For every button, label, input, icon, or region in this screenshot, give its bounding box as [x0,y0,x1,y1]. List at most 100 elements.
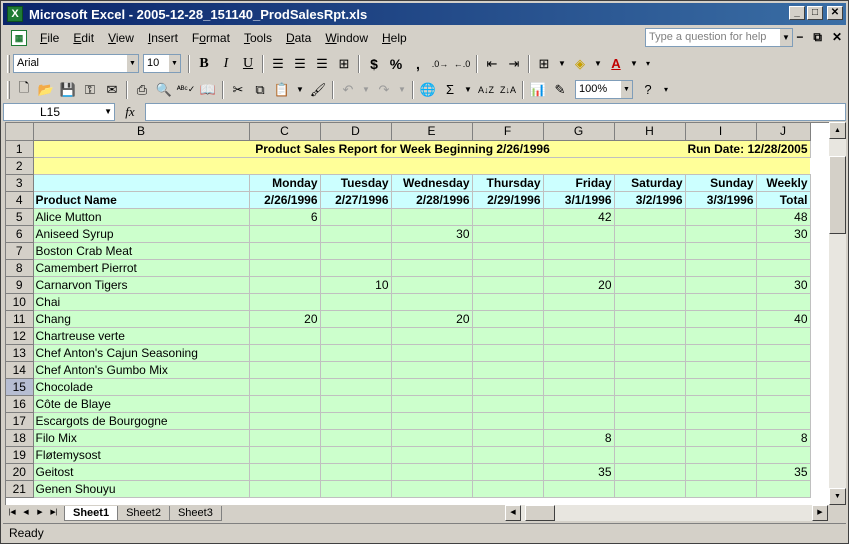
row-header[interactable]: 18 [6,429,34,447]
column-header-H[interactable]: H [614,123,686,141]
currency-button[interactable]: $ [363,53,385,75]
date-header[interactable]: 3/2/1996 [614,191,686,209]
product-name-cell[interactable]: Camembert Pierrot [33,259,250,277]
cut-icon[interactable]: ✂ [227,79,249,101]
decrease-indent-icon[interactable]: ⇤ [481,53,503,75]
last-sheet-icon[interactable]: ▶| [47,506,61,520]
email-icon[interactable]: ✉ [101,79,123,101]
value-cell[interactable] [756,344,811,362]
value-cell[interactable] [614,327,686,345]
research-icon[interactable]: 📖 [197,79,219,101]
value-cell[interactable] [249,293,321,311]
increase-decimal-icon[interactable]: .0→ [429,53,451,75]
underline-button[interactable]: U [237,53,259,75]
value-cell[interactable] [472,344,544,362]
value-cell[interactable] [391,242,473,260]
value-cell[interactable] [614,208,686,226]
value-cell[interactable] [614,225,686,243]
value-cell[interactable] [391,395,473,413]
value-cell[interactable] [685,412,757,430]
hyperlink-icon[interactable]: 🌐 [417,79,439,101]
row-header[interactable]: 13 [6,344,34,362]
sort-descending-icon[interactable]: Z↓A [497,79,519,101]
value-cell[interactable] [249,480,321,498]
sheet-tab[interactable]: Sheet2 [117,505,170,521]
value-cell[interactable] [391,208,473,226]
product-name-cell[interactable]: Chai [33,293,250,311]
value-cell[interactable] [543,446,615,464]
product-name-cell[interactable]: Chef Anton's Gumbo Mix [33,361,250,379]
menu-Edit[interactable]: Edit [66,28,101,48]
scroll-right-icon[interactable]: ▶ [812,505,828,521]
value-cell[interactable] [685,463,757,481]
value-cell[interactable] [543,412,615,430]
date-header[interactable]: 2/27/1996 [320,191,392,209]
insert-function-icon[interactable]: fx [115,104,145,120]
value-cell[interactable] [614,429,686,447]
report-title[interactable]: Product Sales Report for Week Beginning … [249,140,614,158]
product-name-cell[interactable]: Alice Mutton [33,208,250,226]
row-header[interactable]: 10 [6,293,34,311]
row-header[interactable]: 8 [6,259,34,277]
borders-icon[interactable]: ⊞ [533,53,555,75]
value-cell[interactable] [685,446,757,464]
cell[interactable] [33,174,250,192]
value-cell[interactable] [391,446,473,464]
italic-button[interactable]: I [215,53,237,75]
value-cell[interactable] [543,395,615,413]
chart-wizard-icon[interactable]: 📊 [527,79,549,101]
value-cell[interactable] [249,276,321,294]
value-cell[interactable] [614,293,686,311]
value-cell[interactable] [685,276,757,294]
menu-Window[interactable]: Window [318,28,375,48]
value-cell[interactable] [685,208,757,226]
value-cell[interactable] [391,412,473,430]
date-header[interactable]: 2/29/1996 [472,191,544,209]
value-cell[interactable] [685,480,757,498]
column-header-B[interactable]: B [33,123,250,141]
column-header-J[interactable]: J [756,123,811,141]
increase-indent-icon[interactable]: ⇥ [503,53,525,75]
drawing-icon[interactable]: ✎ [549,79,571,101]
open-folder-icon[interactable]: 📂 [35,79,57,101]
value-cell[interactable]: 48 [756,208,811,226]
row-header[interactable]: 2 [6,157,34,175]
chevron-down-icon[interactable]: ▼ [780,29,792,46]
cell[interactable] [33,140,249,158]
value-cell[interactable] [391,429,473,447]
value-cell[interactable] [614,446,686,464]
value-cell[interactable] [391,463,473,481]
name-box[interactable]: L15 ▼ [3,103,115,121]
undo-icon[interactable]: ↶ [337,79,359,101]
value-cell[interactable] [756,259,811,277]
workbook-icon[interactable]: ▦ [11,30,27,46]
menu-Tools[interactable]: Tools [237,28,279,48]
value-cell[interactable] [685,259,757,277]
value-cell[interactable] [320,327,392,345]
help-search-input[interactable]: Type a question for help ▼ [645,28,793,47]
date-header[interactable]: 3/1/1996 [543,191,615,209]
value-cell[interactable] [614,310,686,328]
chevron-down-icon[interactable]: ▼ [293,79,307,101]
chevron-down-icon[interactable]: ▼ [627,53,641,75]
fill-color-icon[interactable]: ◈ [569,53,591,75]
row-header[interactable]: 4 [6,191,34,209]
value-cell[interactable] [320,225,392,243]
date-header[interactable]: 2/28/1996 [391,191,473,209]
chevron-down-icon[interactable]: ▼ [169,55,180,72]
prev-sheet-icon[interactable]: ◀ [19,506,33,520]
product-name-cell[interactable]: Escargots de Bourgogne [33,412,250,430]
excel-app-icon[interactable]: X [7,6,23,22]
value-cell[interactable] [756,361,811,379]
day-header[interactable]: Tuesday [320,174,392,192]
spelling-icon[interactable]: ᴬᴮᶜ✓ [175,79,197,101]
value-cell[interactable] [249,429,321,447]
align-center-icon[interactable]: ☰ [289,53,311,75]
menu-Insert[interactable]: Insert [141,28,185,48]
value-cell[interactable] [320,412,392,430]
menu-Help[interactable]: Help [375,28,414,48]
value-cell[interactable] [543,361,615,379]
value-cell[interactable] [249,344,321,362]
value-cell[interactable] [756,327,811,345]
vertical-scrollbar[interactable]: ▲ ▼ [829,122,846,505]
